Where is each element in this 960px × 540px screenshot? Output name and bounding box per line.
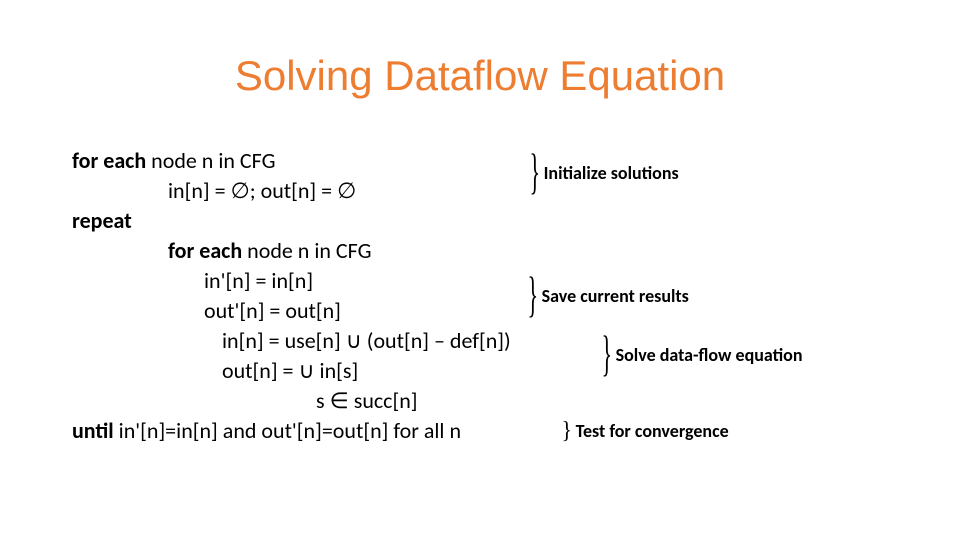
algo-line-4: for each node n in CFG	[168, 236, 892, 266]
slide-title: Solving Dataflow Equation	[0, 52, 960, 100]
algo-line-10: until in'[n]=in[n] and out'[n]=out[n] fo…	[72, 416, 892, 446]
annotation-save: } Save current results	[528, 285, 689, 307]
annotation-convergence: } Test for convergence	[562, 420, 729, 442]
algo-line-9: s ∈ succ[n]	[316, 386, 892, 416]
right-brace-icon: }	[528, 269, 539, 324]
right-brace-icon: }	[530, 146, 541, 201]
algorithm-text: for each node n in CFG in[n] = ∅; out[n]…	[72, 146, 892, 446]
right-brace-icon: }	[562, 418, 573, 444]
algo-line-3: repeat	[72, 206, 892, 236]
algo-line-1: for each node n in CFG	[72, 146, 892, 176]
annotation-initialize: } Initialize solutions	[530, 162, 679, 184]
right-brace-icon: }	[602, 328, 613, 383]
annotation-solve: } Solve data-flow equation	[602, 344, 802, 366]
